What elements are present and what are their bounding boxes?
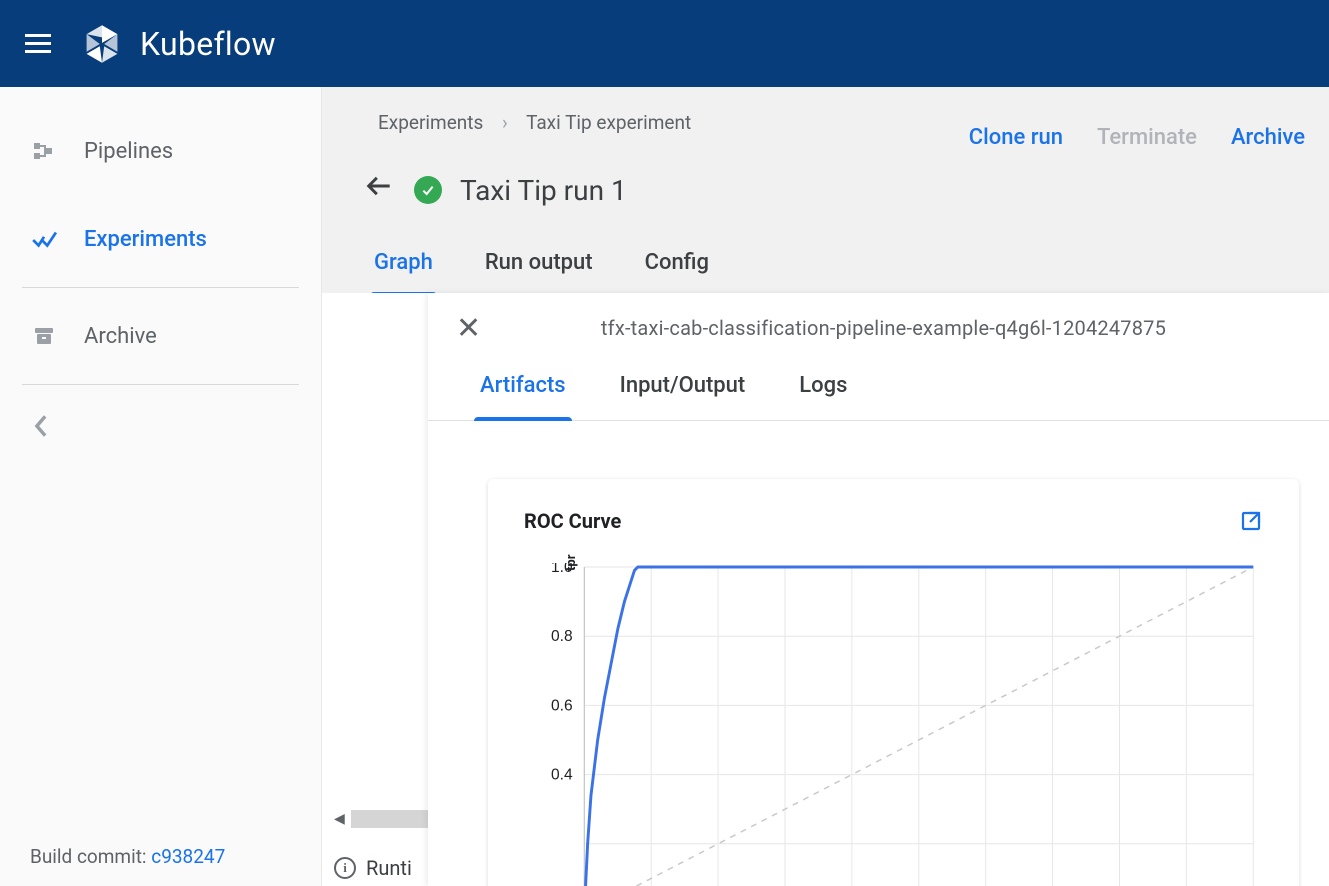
panel-tabs: Artifacts Input/Output Logs (428, 363, 1329, 421)
clone-run-button[interactable]: Clone run (969, 125, 1063, 150)
run-actions: Clone run Terminate Archive (969, 107, 1305, 150)
divider (22, 384, 299, 385)
collapse-sidebar-button[interactable] (0, 415, 321, 442)
svg-text:0.4: 0.4 (551, 766, 573, 783)
panel-title: tfx-taxi-cab-classification-pipeline-exa… (506, 316, 1301, 340)
tab-graph[interactable]: Graph (374, 236, 433, 295)
app-bar: Kubeflow (0, 0, 1329, 87)
sidebar-item-label: Pipelines (84, 139, 173, 164)
tab-run-output[interactable]: Run output (485, 236, 593, 295)
breadcrumb: Experiments › Taxi Tip experiment (378, 107, 691, 134)
chevron-right-icon: › (502, 111, 508, 134)
status-success-icon (414, 176, 442, 204)
graph-canvas: ◀ i Runti ✕ tfx-taxi-cab-classification-… (322, 293, 1329, 886)
archive-icon (30, 322, 58, 350)
brand-name: Kubeflow (140, 25, 276, 63)
info-icon: i (334, 857, 356, 879)
runtime-label: Runti (366, 856, 412, 880)
breadcrumb-leaf[interactable]: Taxi Tip experiment (526, 111, 691, 134)
node-detail-panel: ✕ tfx-taxi-cab-classification-pipeline-e… (428, 293, 1329, 886)
svg-text:0.8: 0.8 (551, 628, 573, 645)
open-in-new-icon[interactable] (1239, 509, 1263, 533)
menu-icon[interactable] (14, 20, 62, 68)
run-tabs: Graph Run output Config (322, 232, 1329, 296)
experiments-icon (30, 225, 58, 253)
panel-tab-artifacts[interactable]: Artifacts (480, 363, 566, 420)
sidebar-item-archive[interactable]: Archive (0, 306, 321, 366)
sidebar: Pipelines Experiments Archive Build comm… (0, 87, 322, 886)
run-title: Taxi Tip run 1 (460, 174, 627, 207)
tab-config[interactable]: Config (645, 236, 709, 295)
sidebar-item-pipelines[interactable]: Pipelines (0, 121, 321, 181)
sidebar-item-label: Archive (84, 324, 157, 349)
build-commit-label: Build commit: (30, 845, 151, 868)
archive-button[interactable]: Archive (1231, 125, 1305, 150)
panel-tab-io[interactable]: Input/Output (620, 363, 746, 420)
terminate-button: Terminate (1097, 125, 1197, 150)
pipelines-icon (30, 137, 58, 165)
svg-text:0.6: 0.6 (551, 697, 573, 714)
close-icon[interactable]: ✕ (456, 311, 486, 346)
sidebar-item-label: Experiments (84, 227, 207, 252)
scroll-left-icon[interactable]: ◀ (334, 811, 345, 827)
sidebar-item-experiments[interactable]: Experiments (0, 209, 321, 269)
scrollbar-track[interactable] (351, 810, 431, 828)
divider (22, 287, 299, 288)
roc-chart: tpr 0.40.60.81.0 (524, 563, 1263, 886)
panel-tab-logs[interactable]: Logs (799, 363, 847, 420)
breadcrumb-root[interactable]: Experiments (378, 111, 483, 134)
card-title: ROC Curve (524, 509, 621, 533)
kubeflow-logo-icon (80, 22, 124, 66)
brand: Kubeflow (80, 22, 276, 66)
back-arrow-icon[interactable] (360, 172, 396, 208)
build-commit-link[interactable]: c938247 (151, 845, 225, 868)
chart-ylabel: tpr (564, 555, 579, 571)
main: Experiments › Taxi Tip experiment Clone … (322, 87, 1329, 886)
build-commit: Build commit: c938247 (30, 845, 225, 868)
roc-curve-card: ROC Curve tpr 0.40.60.81.0 (488, 479, 1299, 886)
